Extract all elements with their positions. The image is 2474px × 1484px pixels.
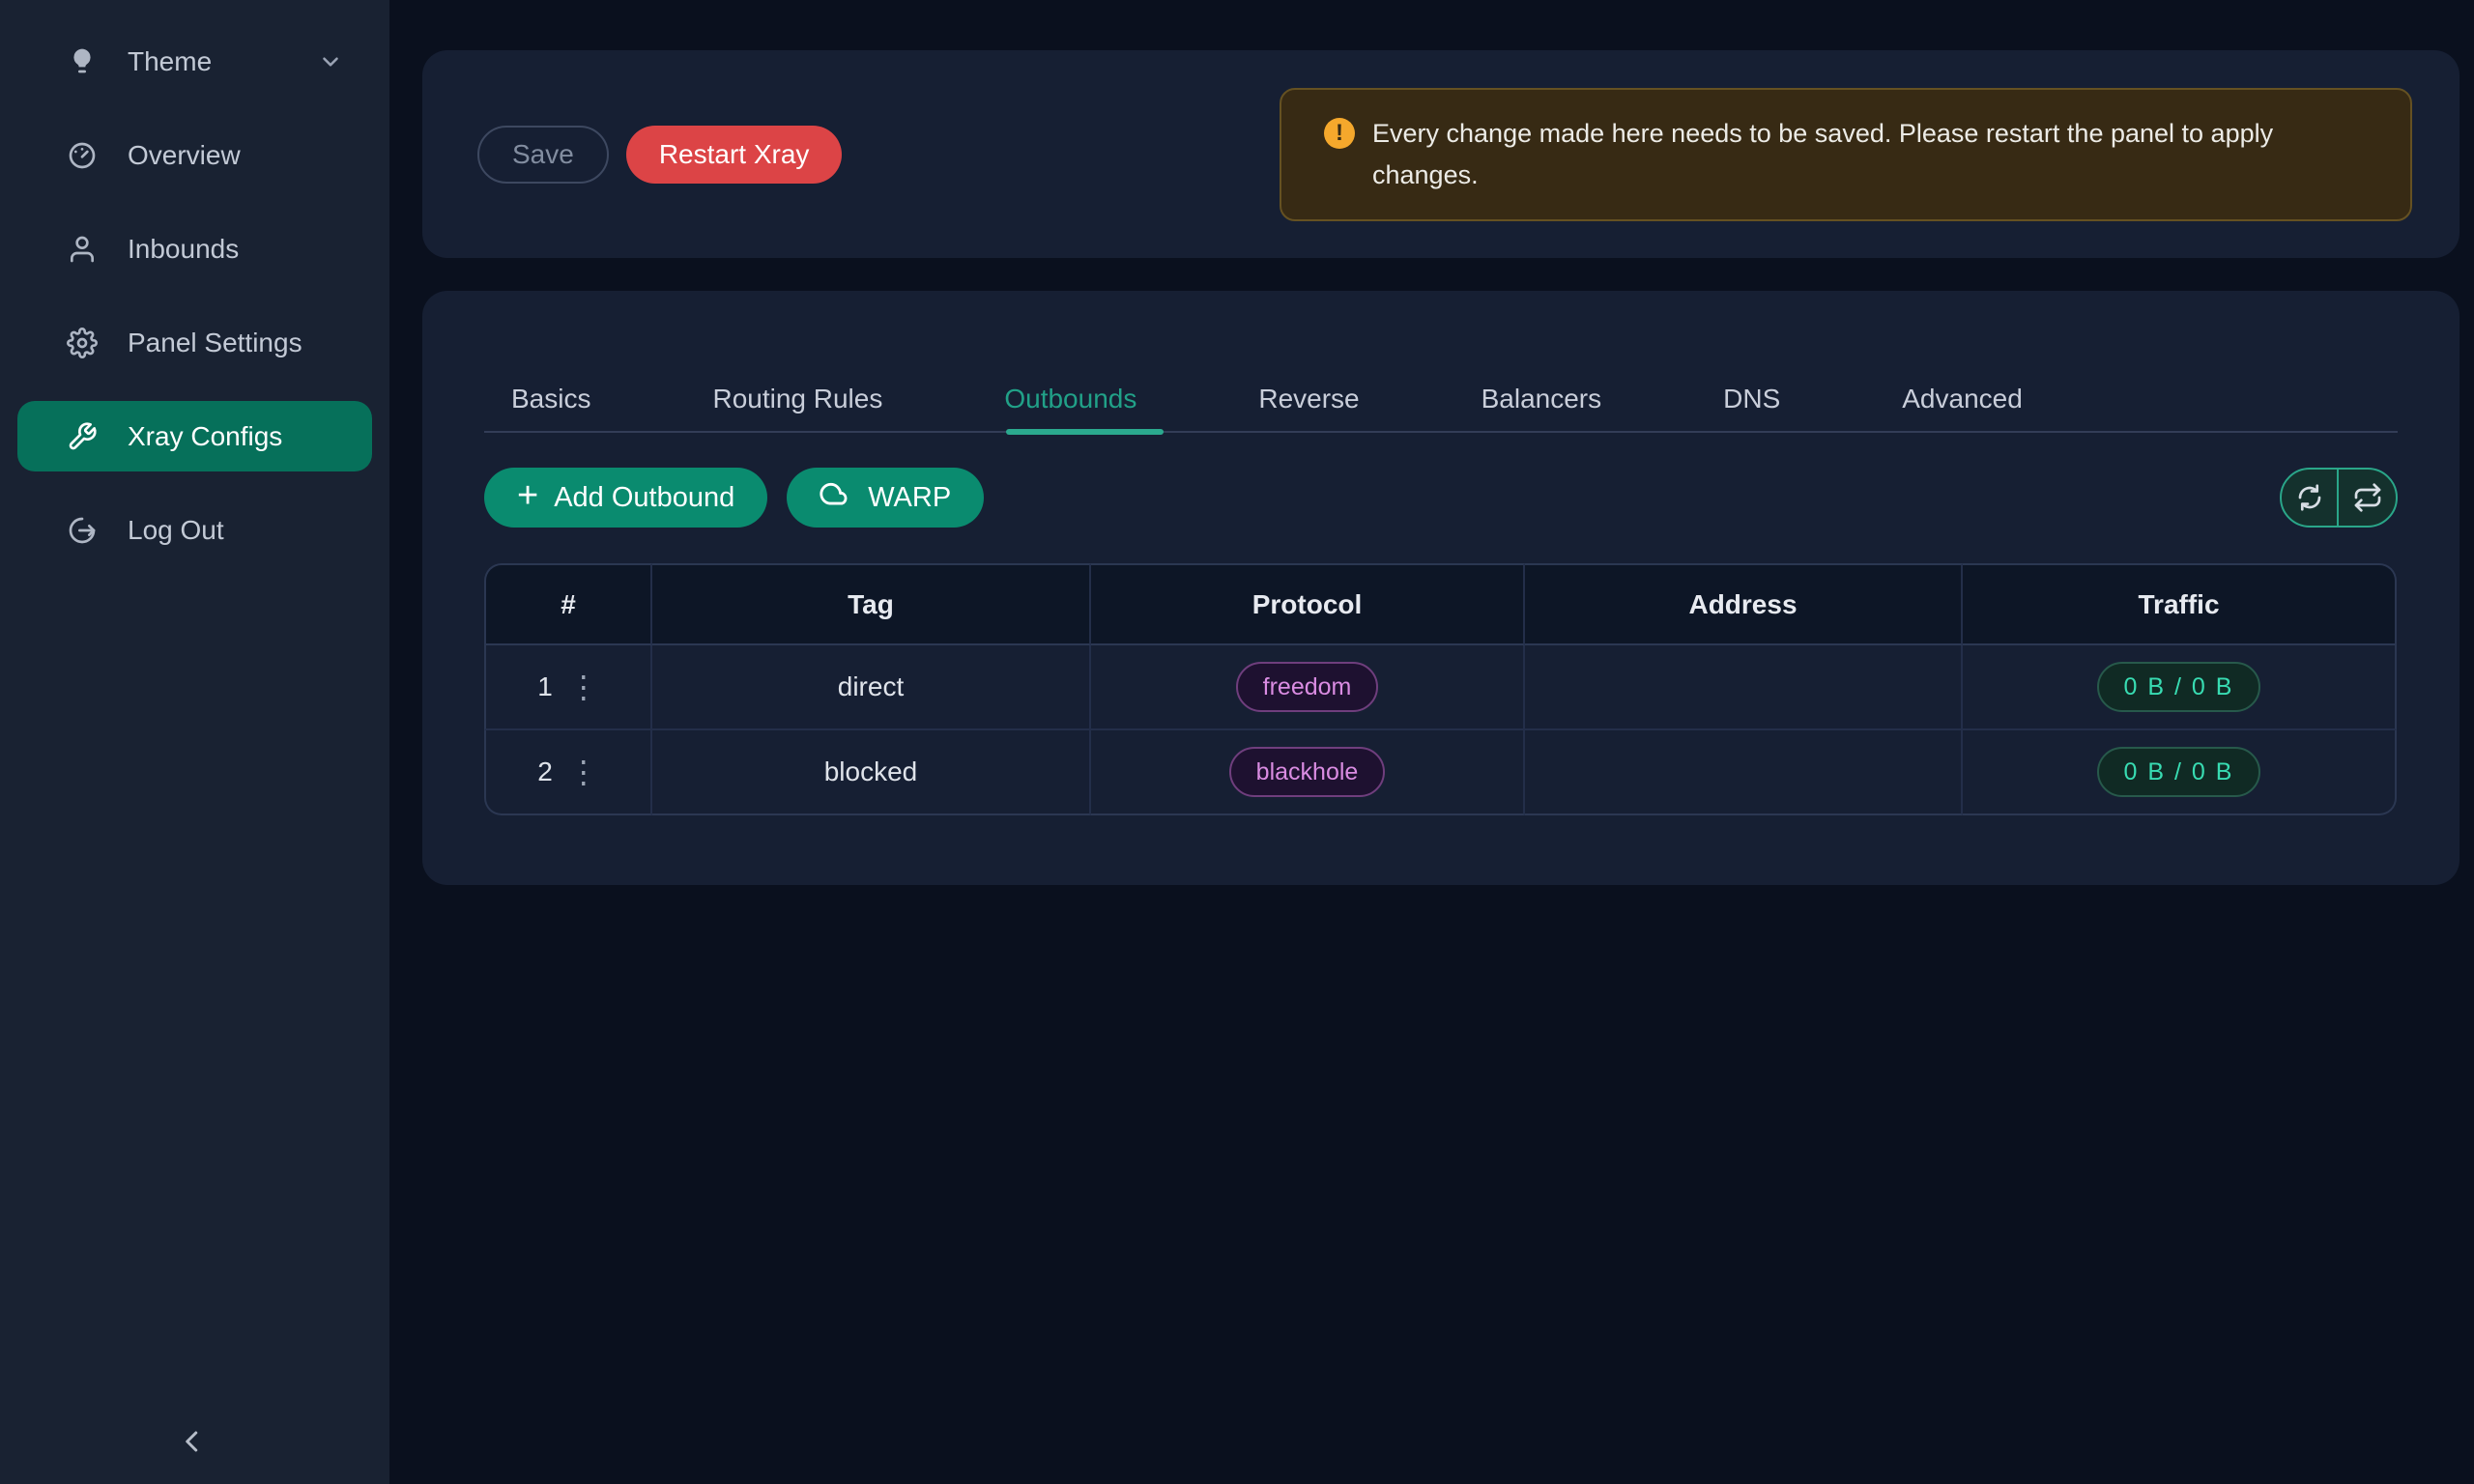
address-cell: [1525, 730, 1963, 815]
protocol-badge: blackhole: [1229, 747, 1386, 797]
table-row: 1 ⋮ direct freedom 0 B / 0 B: [484, 645, 2397, 730]
tab-dns[interactable]: DNS: [1723, 384, 1780, 431]
add-outbound-button[interactable]: + Add Outbound: [484, 468, 767, 528]
sidebar-item-label: Log Out: [128, 515, 224, 546]
outbounds-table: # Tag Protocol Address Traffic 1 ⋮ direc…: [484, 563, 2397, 815]
tag-cell: direct: [652, 645, 1091, 730]
tag-cell: blocked: [652, 730, 1091, 815]
gear-icon: [66, 327, 99, 359]
sidebar-item-theme[interactable]: Theme: [17, 26, 372, 97]
row-menu-icon[interactable]: ⋮: [568, 671, 599, 702]
tab-reverse[interactable]: Reverse: [1258, 384, 1359, 431]
save-button[interactable]: Save: [477, 126, 609, 184]
cloud-icon: [820, 481, 852, 514]
address-cell: [1525, 645, 1963, 730]
sidebar-item-panel-settings[interactable]: Panel Settings: [17, 307, 372, 378]
tab-outbounds[interactable]: Outbounds: [1004, 384, 1136, 431]
sidebar-item-log-out[interactable]: Log Out: [17, 495, 372, 565]
sidebar-item-label: Theme: [128, 46, 212, 77]
sidebar-item-overview[interactable]: Overview: [17, 120, 372, 190]
sidebar-collapse-button[interactable]: [163, 1413, 221, 1470]
column-header-protocol: Protocol: [1091, 563, 1525, 645]
actions-row: + Add Outbound WARP: [484, 468, 2398, 528]
main-content: Save Restart Xray ! Every change made he…: [389, 0, 2474, 1484]
sidebar-item-label: Xray Configs: [128, 421, 282, 452]
tab-routing-rules[interactable]: Routing Rules: [712, 384, 882, 431]
toolbar-card: Save Restart Xray ! Every change made he…: [422, 50, 2460, 258]
restart-outbounds-button[interactable]: [2339, 470, 2396, 526]
add-outbound-label: Add Outbound: [554, 482, 734, 514]
column-header-traffic: Traffic: [1963, 563, 2397, 645]
warning-icon: !: [1324, 118, 1355, 149]
sidebar: Theme Overview Inbounds: [0, 0, 389, 1484]
protocol-badge: freedom: [1236, 662, 1379, 712]
wrench-icon: [66, 420, 99, 453]
row-index: 1: [537, 671, 553, 702]
restart-xray-button[interactable]: Restart Xray: [626, 126, 843, 184]
sidebar-item-label: Inbounds: [128, 234, 239, 265]
tab-advanced[interactable]: Advanced: [1902, 384, 2023, 431]
table-header-row: # Tag Protocol Address Traffic: [484, 563, 2397, 645]
sidebar-item-label: Overview: [128, 140, 241, 171]
sidebar-item-xray-configs[interactable]: Xray Configs: [17, 401, 372, 471]
refresh-icon: [2294, 482, 2325, 513]
tab-basics[interactable]: Basics: [511, 384, 590, 431]
chevron-left-icon: [175, 1424, 210, 1459]
plus-icon: +: [517, 481, 538, 510]
column-header-address: Address: [1525, 563, 1963, 645]
user-icon: [66, 233, 99, 266]
warp-label: WARP: [868, 482, 951, 514]
lightbulb-icon: [66, 45, 99, 78]
gauge-icon: [66, 139, 99, 172]
repeat-icon: [2352, 482, 2383, 513]
logout-icon: [66, 514, 99, 547]
table-row: 2 ⋮ blocked blackhole 0 B / 0 B: [484, 730, 2397, 815]
row-index: 2: [537, 756, 553, 787]
traffic-badge: 0 B / 0 B: [2097, 747, 2261, 797]
refresh-button-group: [2280, 468, 2398, 528]
warning-alert-text: Every change made here needs to be saved…: [1372, 113, 2305, 196]
row-menu-icon[interactable]: ⋮: [568, 756, 599, 787]
reload-config-button[interactable]: [2282, 470, 2339, 526]
column-header-index: #: [484, 563, 652, 645]
sidebar-item-inbounds[interactable]: Inbounds: [17, 214, 372, 284]
tab-bar: Basics Routing Rules Outbounds Reverse B…: [484, 291, 2398, 433]
xray-configs-card: Basics Routing Rules Outbounds Reverse B…: [422, 291, 2460, 885]
warning-alert: ! Every change made here needs to be sav…: [1280, 88, 2412, 221]
traffic-badge: 0 B / 0 B: [2097, 662, 2261, 712]
sidebar-item-label: Panel Settings: [128, 328, 302, 358]
column-header-tag: Tag: [652, 563, 1091, 645]
tab-balancers[interactable]: Balancers: [1482, 384, 1602, 431]
warp-button[interactable]: WARP: [787, 468, 984, 528]
chevron-down-icon: [318, 49, 343, 74]
